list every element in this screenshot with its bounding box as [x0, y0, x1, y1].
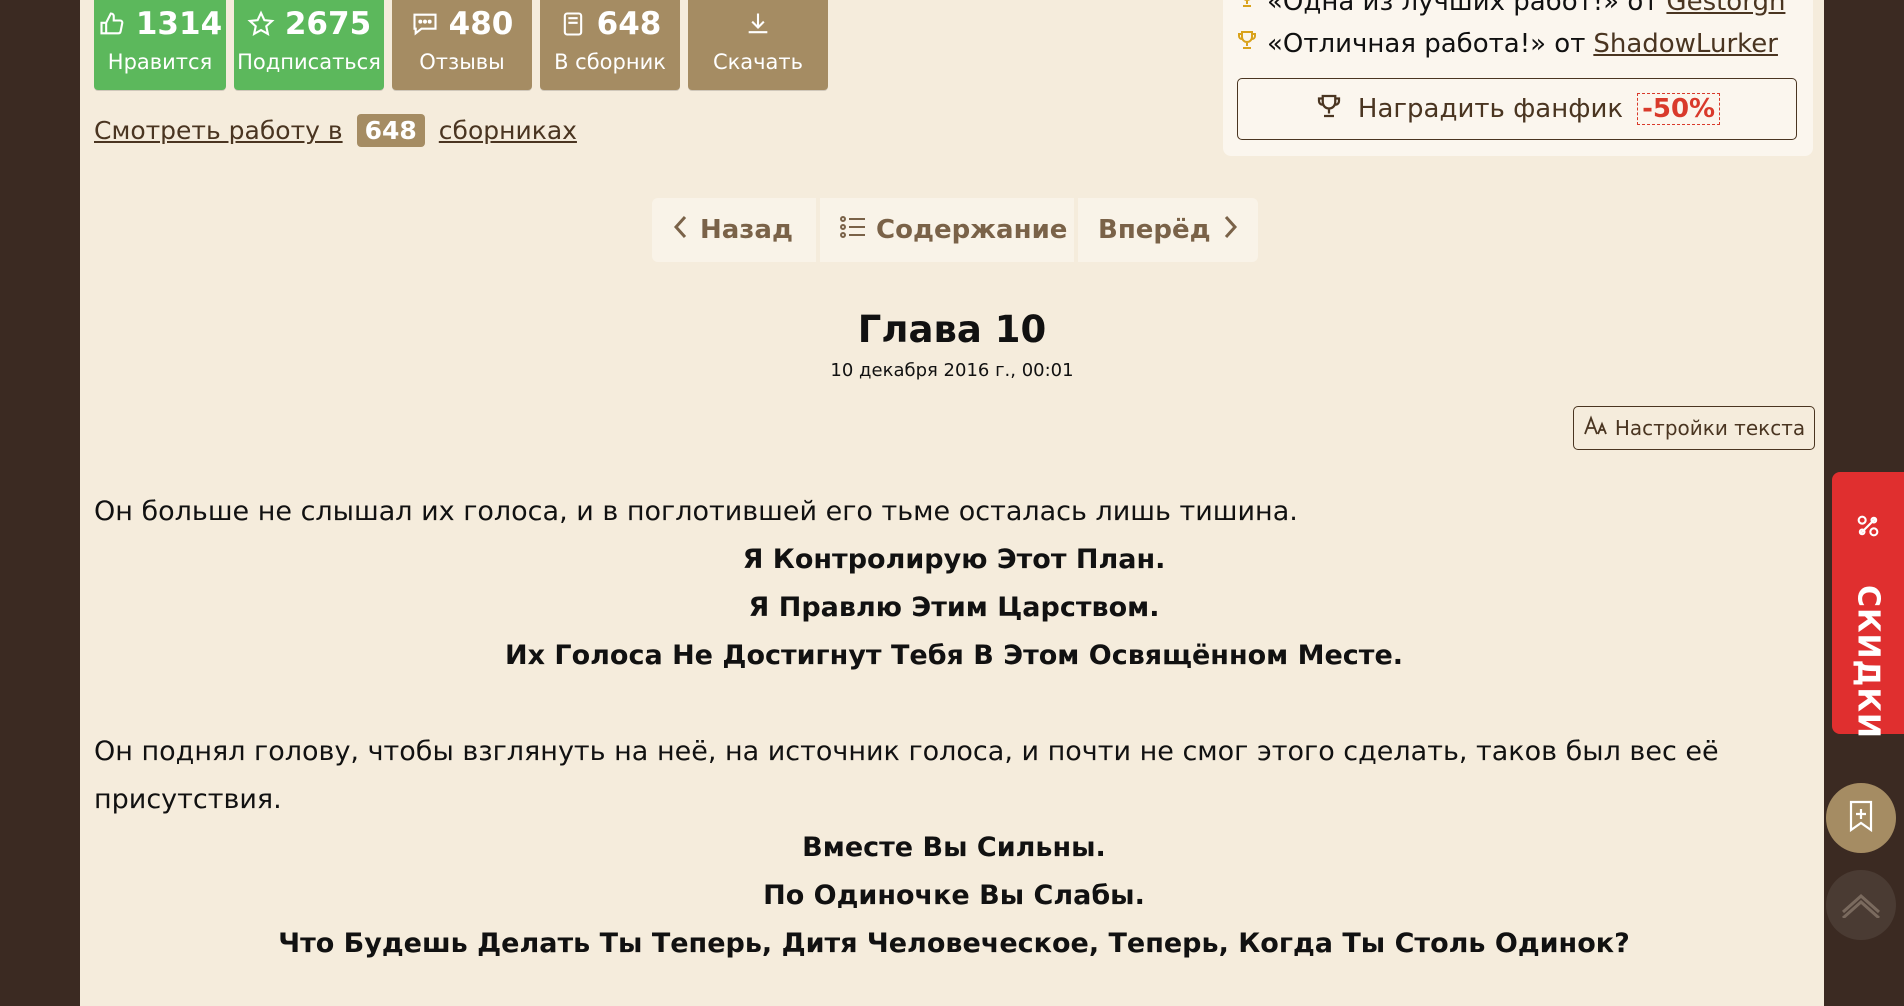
- trophy-icon: [1235, 28, 1259, 59]
- contents-button[interactable]: Содержание: [820, 198, 1074, 262]
- collections-link-suffix[interactable]: сборниках: [439, 116, 577, 145]
- collection-label: В сборник: [554, 50, 666, 74]
- text-centered-line: По Одиночке Вы Слабы.: [763, 880, 1145, 911]
- reward-user-link[interactable]: Gestorgh: [1666, 0, 1785, 17]
- collection-count: 648: [596, 6, 662, 42]
- reward-item: «Отличная работа!» от ShadowLurker: [1235, 28, 1778, 59]
- reward-text: «Одна из лучших работ!» от: [1267, 0, 1659, 17]
- sale-label: СКИДКИ: [1850, 585, 1886, 739]
- text-settings-label: Настройки текста: [1614, 416, 1806, 440]
- thumbs-up-icon: [98, 10, 126, 38]
- rewards-panel: «Одна из лучших работ!» от Gestorgh «Отл…: [1223, 0, 1813, 156]
- reward-user-link[interactable]: ShadowLurker: [1593, 29, 1778, 59]
- award-fanfic-button[interactable]: Наградить фанфик -50%: [1237, 78, 1797, 140]
- text-paragraph: Он больше не слышал их голоса, и в погло…: [94, 496, 1298, 527]
- text-centered-line: Что Будешь Делать Ты Теперь, Дитя Челове…: [278, 928, 1630, 959]
- collections-link-prefix[interactable]: Смотреть работу в: [94, 116, 343, 145]
- download-label: Скачать: [712, 50, 804, 74]
- like-button[interactable]: 1314 Нравится: [94, 0, 226, 90]
- reward-text: «Отличная работа!» от: [1267, 28, 1586, 59]
- page-container: 1314 Нравится 2675 Подписаться 480 Отзыв…: [80, 0, 1824, 1006]
- text-centered-line: Вместе Вы Сильны.: [802, 832, 1106, 863]
- like-count: 1314: [135, 6, 223, 42]
- chapter-text: Он больше не слышал их голоса, и в погло…: [94, 488, 1814, 968]
- trophy-icon: [1314, 91, 1344, 128]
- reviews-label: Отзывы: [419, 50, 505, 74]
- scroll-to-top-button[interactable]: [1826, 870, 1896, 940]
- text-centered-line: Их Голоса Не Достигнут Тебя В Этом Освящ…: [504, 640, 1404, 671]
- collection-icon: [559, 10, 587, 38]
- text-settings-button[interactable]: Настройки текста: [1573, 406, 1815, 450]
- reviews-count: 480: [448, 6, 514, 42]
- stats-bar: 1314 Нравится 2675 Подписаться 480 Отзыв…: [94, 0, 828, 90]
- gift-icon: [1854, 512, 1882, 544]
- chapter-date: 10 декабря 2016 г., 00:01: [830, 360, 1074, 381]
- like-label: Нравится: [107, 50, 213, 74]
- trophy-icon: [1235, 0, 1259, 17]
- award-discount-badge: -50%: [1637, 93, 1721, 125]
- add-to-collection-button[interactable]: 648 В сборник: [540, 0, 680, 90]
- subscribe-button[interactable]: 2675 Подписаться: [234, 0, 384, 90]
- contents-label: Содержание: [876, 215, 1068, 245]
- collections-row: Смотреть работу в 648 сборниках: [94, 114, 577, 147]
- download-button[interactable]: Скачать: [688, 0, 828, 90]
- back-button[interactable]: Назад: [652, 198, 816, 262]
- reward-item: «Одна из лучших работ!» от Gestorgh: [1235, 0, 1785, 17]
- comment-icon: [411, 10, 439, 38]
- list-icon: [840, 215, 866, 246]
- chevron-left-icon: [672, 214, 690, 247]
- text-centered-line: Я Правлю Этим Царством.: [748, 592, 1160, 623]
- bookmark-add-icon: [1847, 799, 1875, 837]
- award-label: Наградить фанфик: [1357, 94, 1624, 124]
- download-icon: [744, 10, 772, 38]
- forward-button[interactable]: Вперёд: [1078, 198, 1258, 262]
- text-centered-line: Я Контролирую Этот План.: [742, 544, 1166, 575]
- chevron-up-icon: [1839, 888, 1883, 922]
- chapter-title: Глава 10: [857, 308, 1047, 351]
- subscribe-label: Подписаться: [237, 50, 381, 74]
- back-label: Назад: [700, 215, 793, 245]
- bookmark-button[interactable]: [1826, 783, 1896, 853]
- text-paragraph: Он поднял голову, чтобы взглянуть на неё…: [94, 736, 1719, 815]
- chapter-nav: Назад Содержание Вперёд: [652, 198, 1258, 262]
- star-icon: [247, 10, 275, 38]
- subscribe-count: 2675: [284, 6, 372, 42]
- collections-count-badge: 648: [356, 114, 425, 147]
- chevron-right-icon: [1221, 214, 1239, 247]
- font-size-icon: [1583, 414, 1607, 442]
- sale-tab[interactable]: СКИДКИ: [1832, 472, 1904, 739]
- reviews-button[interactable]: 480 Отзывы: [392, 0, 532, 90]
- forward-label: Вперёд: [1098, 215, 1211, 245]
